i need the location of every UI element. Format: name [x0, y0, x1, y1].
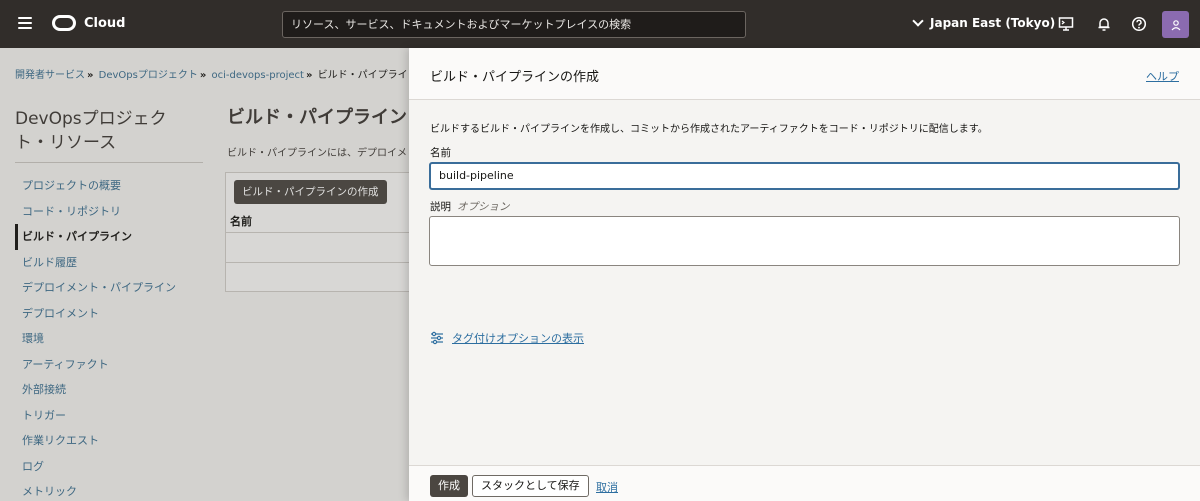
help-icon[interactable] [1129, 14, 1149, 34]
panel-body: ビルドするビルド・パイプラインを作成し、コミットから作成されたアーティファクトを… [409, 100, 1200, 465]
save-as-stack-button[interactable]: スタックとして保存 [472, 475, 589, 497]
optional-label: オプション [457, 201, 510, 213]
user-icon [1171, 19, 1180, 30]
logo-text: Cloud [84, 15, 126, 31]
show-tagging-options-link[interactable]: タグ付けオプションの表示 [430, 330, 584, 346]
user-avatar[interactable] [1162, 11, 1189, 38]
bell-icon[interactable] [1094, 14, 1114, 34]
panel-intro-text: ビルドするビルド・パイプラインを作成し、コミットから作成されたアーティファクトを… [430, 124, 988, 135]
create-button[interactable]: 作成 [430, 475, 468, 497]
cloud-logo-icon [52, 15, 76, 31]
menu-icon[interactable] [18, 17, 32, 29]
cancel-link[interactable]: 取消 [596, 479, 618, 495]
region-label: Japan East (Tokyo) [930, 16, 1056, 30]
create-build-pipeline-panel: ビルド・パイプラインの作成 ヘルプ ビルドするビルド・パイプラインを作成し、コミ… [409, 48, 1200, 501]
show-tagging-options-label: タグ付けオプションの表示 [452, 332, 584, 345]
oracle-cloud-logo[interactable]: Cloud [52, 15, 126, 31]
description-label: 説明 [430, 201, 451, 213]
description-field[interactable] [429, 216, 1180, 266]
panel-title: ビルド・パイプラインの作成 [430, 70, 600, 85]
description-label-row: 説明 オプション [430, 199, 510, 214]
modal-backdrop[interactable] [0, 48, 409, 501]
name-field[interactable]: build-pipeline [429, 162, 1180, 190]
panel-footer: 作成 スタックとして保存 取消 [409, 465, 1200, 501]
help-link[interactable]: ヘルプ [1146, 68, 1179, 84]
region-selector[interactable]: Japan East (Tokyo) [912, 15, 1056, 30]
global-search-input[interactable]: リソース、サービス、ドキュメントおよびマーケットプレイスの検索 [282, 11, 746, 38]
cloud-shell-icon[interactable] [1056, 14, 1076, 34]
panel-header: ビルド・パイプラインの作成 ヘルプ [409, 48, 1200, 100]
chevron-down-icon [912, 15, 924, 27]
name-label: 名前 [430, 147, 451, 159]
sliders-icon [431, 331, 443, 345]
top-navigation-bar: Cloud リソース、サービス、ドキュメントおよびマーケットプレイスの検索 Ja… [0, 0, 1200, 48]
